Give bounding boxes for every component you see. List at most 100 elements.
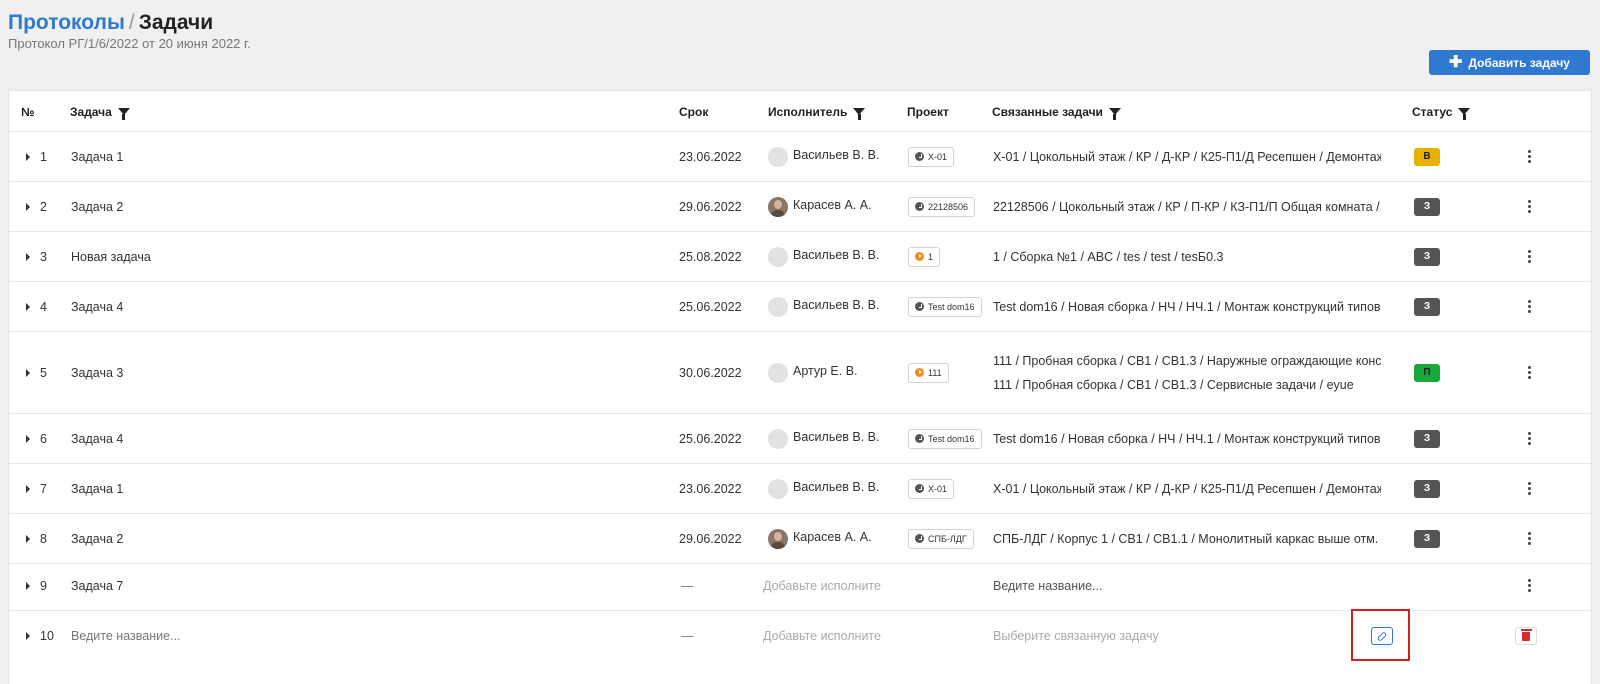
caret-right-icon[interactable] [26, 252, 30, 261]
project[interactable]: Test dom16 [908, 414, 982, 463]
table-row[interactable]: 5 Задача 3 30.06.2022 Артур Е. В. 111 11… [9, 332, 1591, 414]
project[interactable]: X-01 [908, 132, 955, 181]
caret-right-icon[interactable] [26, 581, 30, 590]
linked-task[interactable]: 111 / Пробная сборка / СВ1 / СВ1.3 / Нар… [993, 354, 1381, 368]
caret-right-icon[interactable] [26, 152, 30, 161]
project-chip[interactable]: 1 [908, 246, 941, 267]
table-row[interactable]: 9 Задача 7 — Добавьте исполните Ведите н… [9, 561, 1591, 611]
task-name[interactable]: Задача 7 [71, 561, 123, 610]
status-badge[interactable]: В [1414, 147, 1440, 166]
caret-right-icon[interactable] [26, 632, 30, 640]
row-menu-button[interactable] [1527, 282, 1531, 331]
kebab-icon[interactable] [1527, 150, 1531, 163]
deadline[interactable]: 29.06.2022 [679, 182, 742, 231]
caret-right-icon[interactable] [26, 434, 30, 443]
linked-task[interactable]: Test dom16 / Новая сборка / НЧ / НЧ.1 / … [993, 300, 1381, 314]
row-menu-button[interactable] [1527, 464, 1531, 513]
kebab-icon[interactable] [1527, 200, 1531, 213]
row-expand[interactable]: 7 [26, 464, 47, 513]
row-menu-button[interactable] [1527, 514, 1531, 563]
status-cell[interactable]: З [1414, 282, 1440, 331]
task-name[interactable]: Задача 1 [71, 464, 123, 513]
status-badge[interactable]: П [1414, 363, 1440, 382]
assignee[interactable]: Васильев В. В. [768, 464, 880, 513]
task-name-input[interactable]: Ведите название... [71, 611, 180, 661]
status-badge[interactable]: З [1414, 197, 1440, 216]
row-expand[interactable]: 5 [26, 332, 47, 413]
filter-icon[interactable] [1108, 108, 1121, 120]
deadline[interactable]: 25.08.2022 [679, 232, 742, 281]
project[interactable]: Test dom16 [908, 282, 982, 331]
linked-task[interactable]: Test dom16 / Новая сборка / НЧ / НЧ.1 / … [993, 432, 1381, 446]
project[interactable]: 1 [908, 232, 941, 281]
row-expand[interactable]: 8 [26, 514, 47, 563]
kebab-icon[interactable] [1527, 432, 1531, 445]
project[interactable]: СПБ-ЛДГ [908, 514, 974, 563]
kebab-icon[interactable] [1527, 532, 1531, 545]
kebab-icon[interactable] [1527, 482, 1531, 495]
linked-task[interactable]: X-01 / Цокольный этаж / КР / Д-КР / К25-… [993, 482, 1381, 496]
row-expand[interactable]: 4 [26, 282, 47, 331]
deadline[interactable]: 25.06.2022 [679, 282, 742, 331]
linked-task[interactable]: 111 / Пробная сборка / СВ1 / СВ1.3 / Сер… [993, 378, 1381, 392]
status-cell[interactable]: З [1414, 182, 1440, 231]
deadline[interactable]: 29.06.2022 [679, 514, 742, 563]
task-name[interactable]: Задача 2 [71, 182, 123, 231]
assignee[interactable]: Васильев В. В. [768, 132, 880, 181]
row-menu-button[interactable] [1527, 132, 1531, 181]
status-badge[interactable]: З [1414, 529, 1440, 548]
project-chip[interactable]: X-01 [908, 478, 955, 499]
deadline[interactable]: — [681, 611, 694, 661]
status-badge[interactable]: З [1414, 429, 1440, 448]
project-chip[interactable]: СПБ-ЛДГ [908, 528, 974, 549]
linked-task-select[interactable]: Выберите связанную задачу [993, 611, 1159, 661]
assignee[interactable]: Васильев В. В. [768, 282, 880, 331]
filter-icon[interactable] [117, 108, 130, 120]
deadline[interactable]: 23.06.2022 [679, 132, 742, 181]
caret-right-icon[interactable] [26, 484, 30, 493]
status-cell[interactable]: З [1414, 464, 1440, 513]
status-badge[interactable]: З [1414, 297, 1440, 316]
row-expand[interactable]: 9 [26, 561, 47, 610]
row-expand[interactable]: 2 [26, 182, 47, 231]
table-row[interactable]: 1 Задача 1 23.06.2022 Васильев В. В. X-0… [9, 132, 1591, 182]
deadline[interactable]: 23.06.2022 [679, 464, 742, 513]
project-chip[interactable]: 22128506 [908, 196, 976, 217]
linked-task[interactable]: СПБ-ЛДГ / Корпус 1 / СВ1 / СВ1.1 / Монол… [993, 532, 1381, 546]
project[interactable]: 22128506 [908, 182, 976, 231]
add-task-button[interactable]: ✚ Добавить задачу [1429, 50, 1590, 75]
caret-right-icon[interactable] [26, 202, 30, 211]
status-badge[interactable]: З [1414, 479, 1440, 498]
filter-icon[interactable] [1458, 108, 1471, 120]
table-row[interactable]: 7 Задача 1 23.06.2022 Васильев В. В. X-0… [9, 464, 1591, 514]
project-chip[interactable]: X-01 [908, 146, 955, 167]
task-name[interactable]: Задача 2 [71, 514, 123, 563]
kebab-icon[interactable] [1527, 579, 1531, 592]
project-chip[interactable]: Test dom16 [908, 296, 982, 317]
caret-right-icon[interactable] [26, 302, 30, 311]
table-row[interactable]: 4 Задача 4 25.06.2022 Васильев В. В. Tes… [9, 282, 1591, 332]
row-menu-button[interactable] [1527, 332, 1531, 413]
status-cell[interactable]: П [1414, 332, 1440, 413]
table-row[interactable]: 3 Новая задача 25.08.2022 Васильев В. В.… [9, 232, 1591, 282]
linked-task-input[interactable]: Ведите название... [993, 561, 1102, 610]
table-row[interactable]: 6 Задача 4 25.06.2022 Васильев В. В. Tes… [9, 414, 1591, 464]
task-name[interactable]: Задача 1 [71, 132, 123, 181]
project-chip[interactable]: 111 [908, 362, 949, 383]
assignee[interactable]: Васильев В. В. [768, 232, 880, 281]
status-badge[interactable]: З [1414, 247, 1440, 266]
linked-task[interactable]: 22128506 / Цокольный этаж / КР / П-КР / … [993, 200, 1381, 214]
project-chip[interactable]: Test dom16 [908, 428, 982, 449]
project[interactable]: 111 [908, 332, 949, 413]
caret-right-icon[interactable] [26, 368, 30, 377]
assignee[interactable]: Карасев А. А. [768, 182, 872, 231]
assignee[interactable]: Артур Е. В. [768, 332, 858, 413]
assignee-input[interactable]: Добавьте исполните [763, 611, 881, 661]
assignee-input[interactable]: Добавьте исполните [763, 561, 881, 610]
status-cell[interactable]: З [1414, 514, 1440, 563]
status-cell[interactable]: З [1414, 232, 1440, 281]
task-name[interactable]: Новая задача [71, 232, 151, 281]
status-cell[interactable]: З [1414, 414, 1440, 463]
delete-row-button[interactable] [1515, 611, 1537, 661]
linked-task[interactable]: 1 / Сборка №1 / ABC / tes / test / tesБ0… [993, 250, 1381, 264]
